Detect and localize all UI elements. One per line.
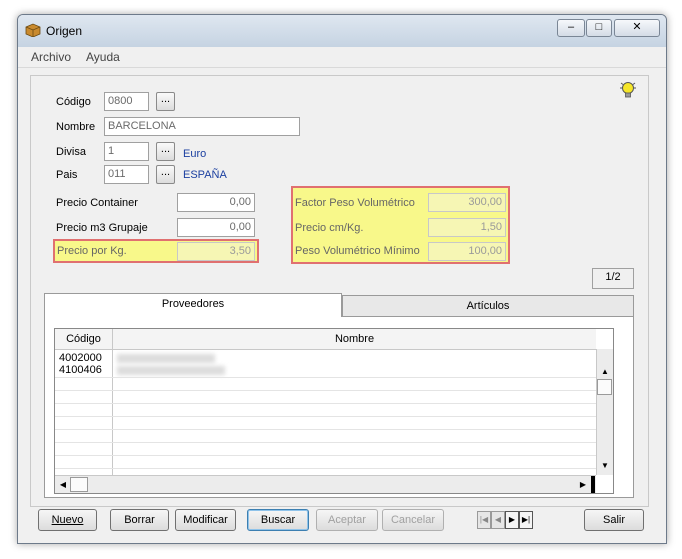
salir-button[interactable]: Salir: [584, 509, 644, 531]
grid-corner: [591, 476, 595, 493]
precio-container-field[interactable]: 0,00: [177, 193, 255, 212]
col-header-codigo[interactable]: Código: [55, 329, 113, 350]
pais-label: Pais: [56, 169, 78, 181]
precio-kg-label: Precio por Kg.: [57, 245, 127, 257]
close-button[interactable]: ✕: [614, 19, 660, 37]
last-record-icon[interactable]: ▶|: [519, 511, 533, 529]
pais-field[interactable]: 011: [104, 165, 149, 184]
tab-proveedores[interactable]: Proveedores: [44, 293, 342, 318]
scroll-down-icon[interactable]: ▼: [598, 459, 612, 473]
codigo-label: Código: [56, 96, 91, 108]
title-bar[interactable]: Origen – □ ✕: [18, 15, 666, 47]
row-codigo[interactable]: 4002000: [59, 352, 102, 364]
modificar-button[interactable]: Modificar: [175, 509, 236, 531]
col-header-nombre[interactable]: Nombre: [113, 329, 596, 350]
grid-line: [55, 377, 596, 378]
proveedores-grid: Código Nombre 4002000 4100406 ▲ ▼ ◀ ▶: [54, 328, 614, 494]
first-record-icon[interactable]: |◀: [477, 511, 491, 529]
scroll-thumb[interactable]: [597, 379, 612, 395]
cancelar-button[interactable]: Cancelar: [382, 509, 444, 531]
menu-ayuda[interactable]: Ayuda: [86, 50, 120, 64]
grid-line: [55, 416, 596, 417]
nuevo-button[interactable]: Nuevo: [38, 509, 97, 531]
factor-field[interactable]: 300,00: [428, 193, 506, 212]
factor-label: Factor Peso Volumétrico: [295, 197, 415, 209]
row-codigo[interactable]: 4100406: [59, 364, 102, 376]
record-navigator: |◀ ◀ ▶ ▶|: [477, 511, 535, 529]
nombre-field[interactable]: BARCELONA: [104, 117, 300, 136]
menu-bar: Archivo Ayuda: [18, 47, 666, 68]
lightbulb-icon[interactable]: [620, 81, 636, 99]
divisa-field[interactable]: 1: [104, 142, 149, 161]
precio-container-label: Precio Container: [56, 197, 138, 209]
vertical-scrollbar[interactable]: ▲ ▼: [596, 349, 613, 475]
window-title: Origen: [46, 24, 83, 38]
next-record-icon[interactable]: ▶: [505, 511, 519, 529]
menu-archivo[interactable]: Archivo: [31, 50, 71, 64]
scroll-right-icon[interactable]: ▶: [576, 478, 590, 492]
hscroll-thumb[interactable]: [70, 477, 88, 492]
divisa-name: Euro: [183, 148, 207, 160]
scroll-left-icon[interactable]: ◀: [56, 478, 70, 492]
row-nombre-redacted: [117, 366, 225, 375]
scroll-up-icon[interactable]: ▲: [598, 365, 612, 379]
precio-m3-field[interactable]: 0,00: [177, 218, 255, 237]
precio-cm-field[interactable]: 1,50: [428, 218, 506, 237]
precio-cm-label: Precio cm/Kg.: [295, 222, 364, 234]
buscar-button[interactable]: Buscar: [247, 509, 309, 531]
horizontal-scrollbar[interactable]: ◀ ▶: [55, 475, 596, 493]
grid-line: [55, 468, 596, 469]
grid-line: [55, 442, 596, 443]
maximize-button[interactable]: □: [586, 19, 612, 37]
row-nombre-redacted: [117, 354, 215, 363]
pais-lookup-button[interactable]: ...: [156, 165, 175, 184]
prev-record-icon[interactable]: ◀: [491, 511, 505, 529]
precio-kg-field[interactable]: 3,50: [177, 242, 255, 261]
precio-m3-label: Precio m3 Grupaje: [56, 222, 148, 234]
pais-name: ESPAÑA: [183, 169, 227, 181]
codigo-field[interactable]: 0800: [104, 92, 149, 111]
aceptar-button[interactable]: Aceptar: [316, 509, 378, 531]
grid-line: [55, 403, 596, 404]
divisa-lookup-button[interactable]: ...: [156, 142, 175, 161]
peso-min-field[interactable]: 100,00: [428, 242, 506, 261]
codigo-lookup-button[interactable]: ...: [156, 92, 175, 111]
origen-window: Origen – □ ✕ Archivo Ayuda Código 0800 .…: [17, 14, 667, 544]
column-divider: [112, 349, 113, 475]
grid-line: [55, 455, 596, 456]
package-icon: [25, 23, 41, 37]
grid-line: [55, 390, 596, 391]
peso-min-label: Peso Volumétrico Mínimo: [295, 245, 420, 257]
tab-articulos[interactable]: Artículos: [342, 295, 634, 317]
borrar-button[interactable]: Borrar: [110, 509, 169, 531]
page-indicator: 1/2: [592, 268, 634, 289]
grid-line: [55, 429, 596, 430]
minimize-button[interactable]: –: [557, 19, 585, 37]
nombre-label: Nombre: [56, 121, 96, 133]
divisa-label: Divisa: [56, 146, 86, 158]
